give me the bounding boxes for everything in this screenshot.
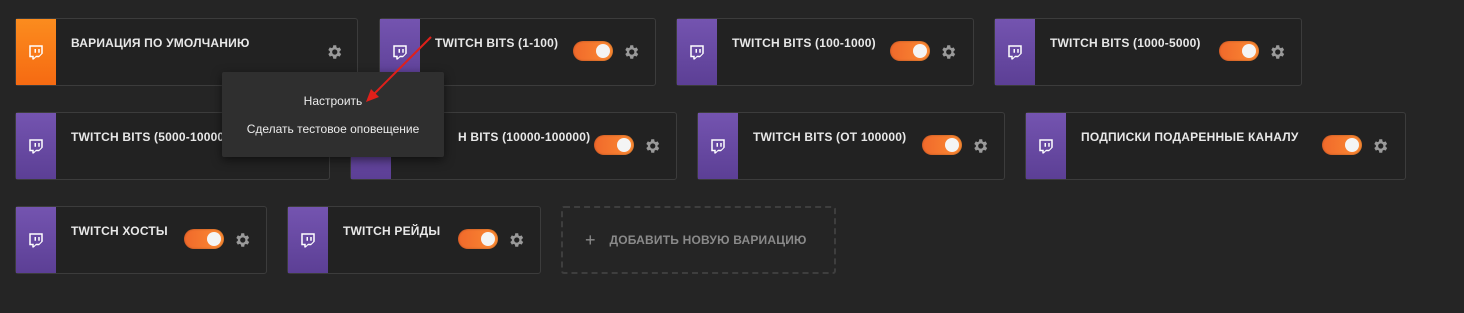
red-arrow: [366, 36, 432, 102]
